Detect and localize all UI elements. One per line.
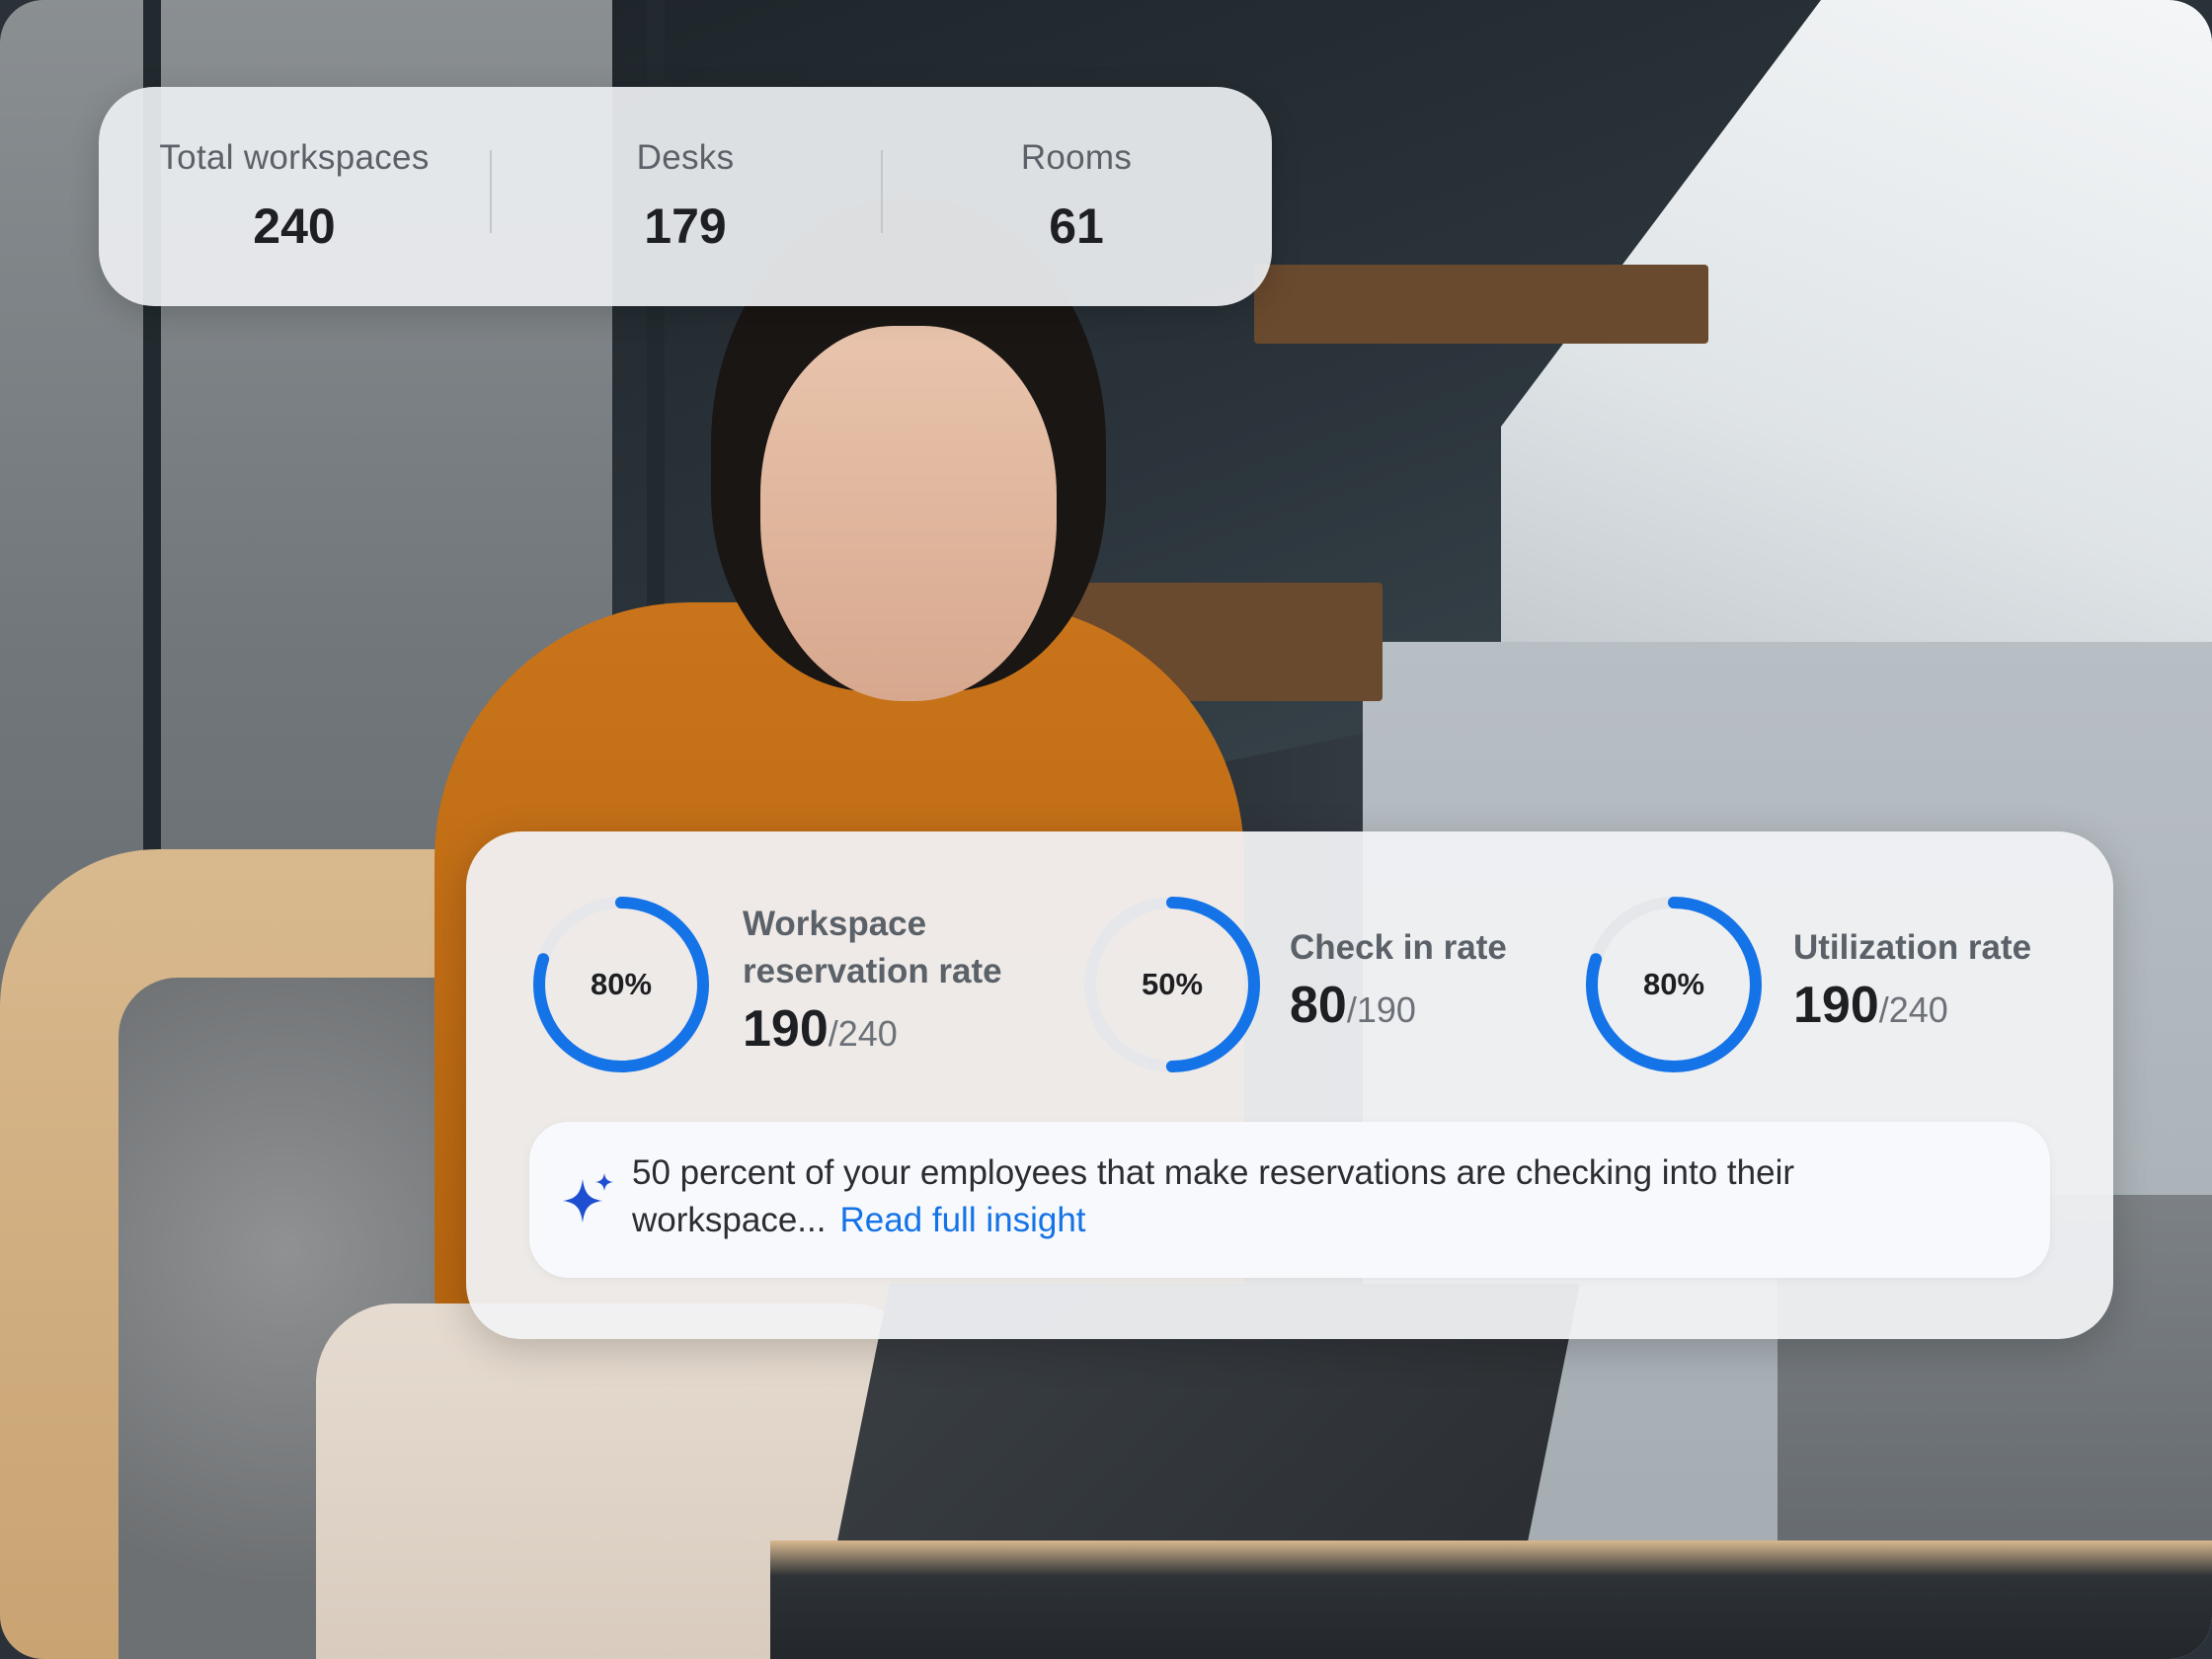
sparkle-icon: [559, 1171, 618, 1230]
stat-value: 240: [253, 198, 336, 254]
metric-value: 80/190: [1290, 976, 1507, 1035]
workspace-metrics-card: 80% Workspace reservation rate 190/240 5…: [466, 831, 2113, 1339]
stat-label: Desks: [636, 138, 735, 177]
workspace-summary-card: Total workspaces 240 Desks 179 Rooms 61: [99, 87, 1272, 306]
insight-text-block: 50 percent of your employees that make r…: [632, 1149, 2014, 1244]
stat-rooms: Rooms 61: [881, 138, 1272, 255]
stat-label: Rooms: [1020, 138, 1133, 177]
metric-label: Utilization rate: [1793, 928, 2032, 967]
metric-value-number: 190: [1793, 977, 1879, 1034]
background-table: [770, 1540, 2212, 1659]
progress-ring: 80%: [1582, 893, 1766, 1076]
metric-label: Check in rate: [1290, 928, 1507, 967]
metric-value-total: /190: [1346, 989, 1416, 1030]
stat-desks: Desks 179: [490, 138, 881, 255]
ring-percent: 50%: [1141, 967, 1204, 1001]
stat-value: 179: [644, 198, 727, 254]
metrics-row: 80% Workspace reservation rate 190/240 5…: [466, 831, 2113, 1128]
metric-value: 190/240: [743, 999, 1002, 1059]
stat-label: Total workspaces: [159, 138, 430, 177]
background-stair-step: [1254, 265, 1708, 344]
metric-check-in-rate: 50% Check in rate 80/190: [1080, 831, 1554, 1128]
progress-ring: 80%: [529, 893, 713, 1076]
metric-reservation-rate: 80% Workspace reservation rate 190/240: [529, 831, 1043, 1128]
stat-value: 61: [1049, 198, 1104, 254]
metric-text: Workspace reservation rate 190/240: [743, 901, 1002, 1059]
metric-label: reservation rate: [743, 952, 1002, 990]
ring-percent: 80%: [1642, 967, 1705, 1001]
insight-message: 50 percent of your employees that make r…: [632, 1153, 1795, 1239]
metric-value-number: 80: [1290, 977, 1347, 1034]
metric-value-total: /240: [828, 1013, 898, 1054]
metric-label: Workspace: [743, 905, 927, 943]
background-person-face: [760, 326, 1057, 701]
progress-ring: 50%: [1080, 893, 1264, 1076]
metric-value-total: /240: [1878, 989, 1948, 1030]
stat-total-workspaces: Total workspaces 240: [99, 138, 490, 255]
read-full-insight-link[interactable]: Read full insight: [839, 1201, 1085, 1239]
metric-value-number: 190: [743, 1000, 829, 1058]
metric-text: Utilization rate 190/240: [1793, 924, 2031, 1035]
metric-utilization-rate: 80% Utilization rate 190/240: [1582, 831, 2076, 1128]
metric-text: Check in rate 80/190: [1290, 924, 1507, 1035]
ring-percent: 80%: [590, 967, 653, 1001]
insight-banner: 50 percent of your employees that make r…: [529, 1122, 2050, 1278]
metric-value: 190/240: [1793, 976, 2031, 1035]
